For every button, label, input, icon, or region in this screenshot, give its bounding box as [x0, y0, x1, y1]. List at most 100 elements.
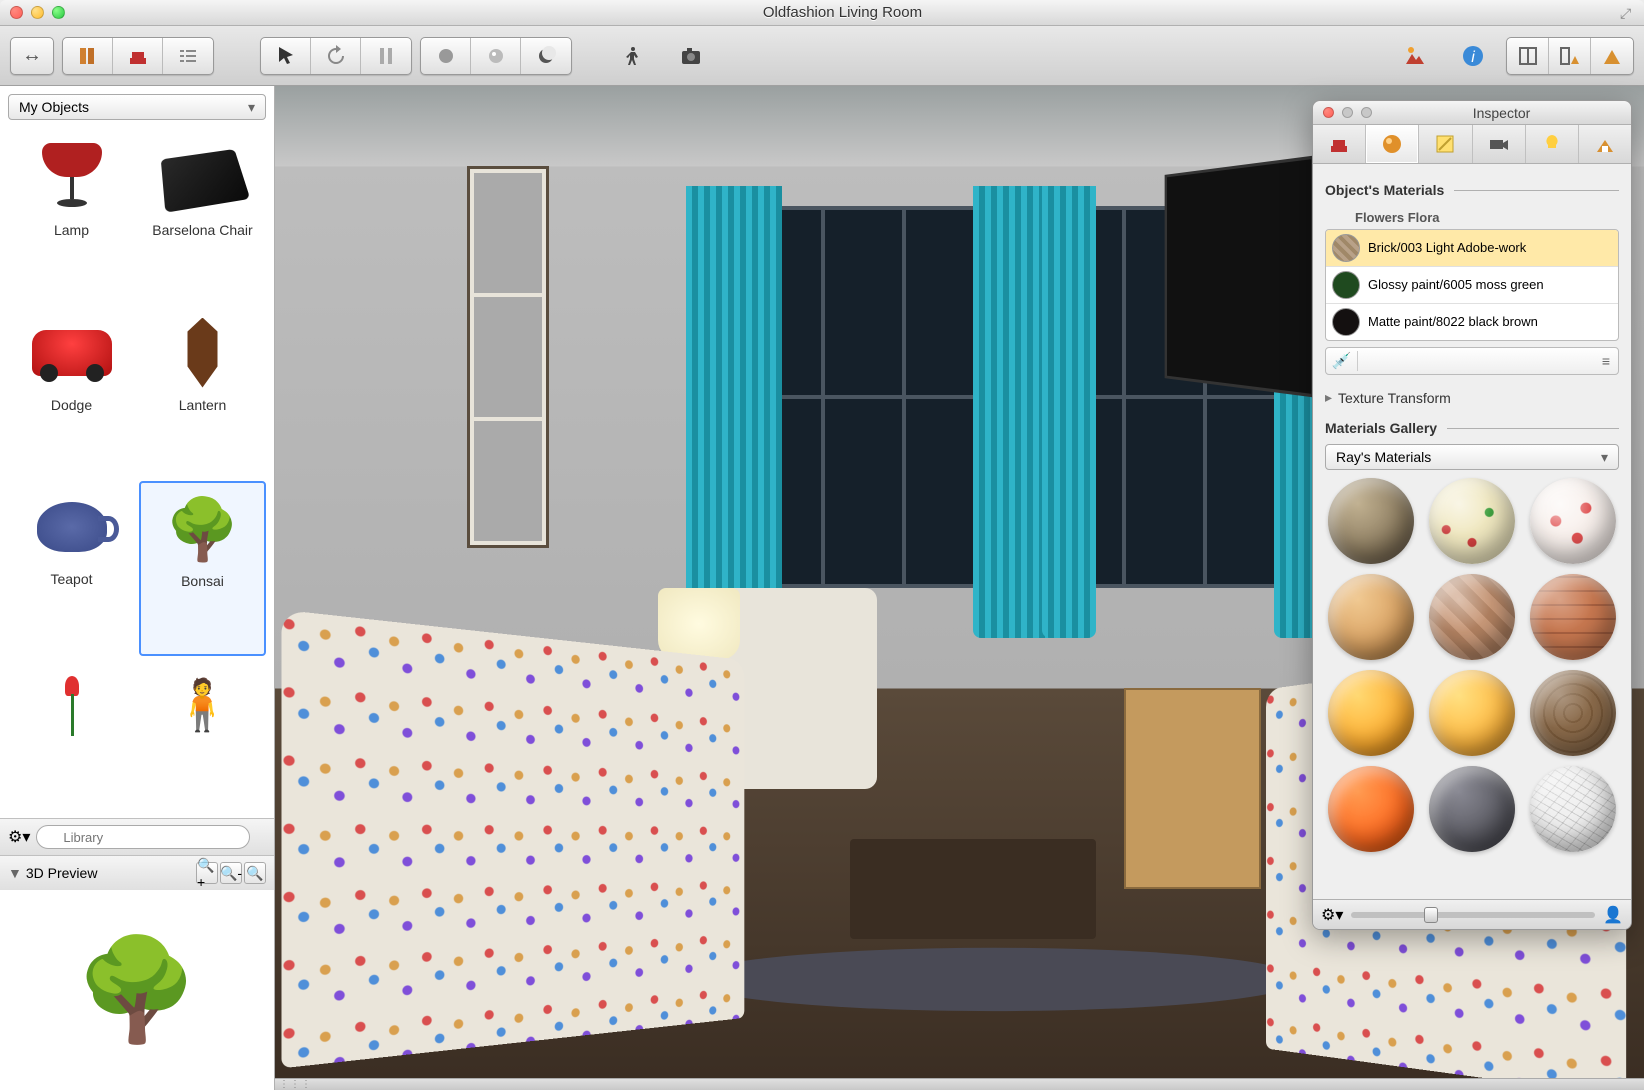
car-icon: [22, 313, 122, 393]
material-swatch[interactable]: [1429, 766, 1515, 852]
object-category-select[interactable]: My Objects: [8, 94, 266, 120]
object-item-lamp[interactable]: Lamp: [8, 132, 135, 303]
disclosure-icon[interactable]: ▼: [8, 865, 22, 881]
inspector-panel: Inspector Object's Materials Flowers Flo…: [1312, 100, 1632, 930]
tulip-icon: [22, 666, 122, 746]
inspector-close-button[interactable]: [1323, 107, 1334, 118]
zoom-reset-button[interactable]: 🔍: [244, 862, 266, 884]
measure-tool-button[interactable]: [361, 38, 411, 74]
material-label: Brick/003 Light Adobe-work: [1368, 240, 1526, 256]
inspector-minimize-button[interactable]: [1342, 107, 1353, 118]
texture-transform-disclosure[interactable]: Texture Transform: [1325, 389, 1619, 406]
thumbnail-size-slider[interactable]: [1351, 912, 1595, 918]
library-search-input[interactable]: [36, 825, 250, 849]
object-label: Dodge: [51, 397, 92, 413]
tab-lighting[interactable]: [1526, 125, 1579, 163]
material-swatch[interactable]: [1328, 766, 1414, 852]
object-label: Barselona Chair: [152, 222, 252, 238]
tab-dimensions[interactable]: [1419, 125, 1472, 163]
material-row[interactable]: Glossy paint/6005 moss green: [1326, 267, 1618, 304]
material-row[interactable]: Brick/003 Light Adobe-work: [1326, 230, 1618, 267]
sphere-button[interactable]: [471, 38, 521, 74]
inspector-zoom-button[interactable]: [1361, 107, 1372, 118]
inspector-footer: ⚙︎▾ 👤: [1313, 899, 1631, 929]
object-item-dodge[interactable]: Dodge: [8, 307, 135, 478]
picker-menu-icon[interactable]: ≡: [1594, 353, 1618, 369]
material-swatch[interactable]: [1328, 478, 1414, 564]
material-swatch-icon: [1332, 271, 1360, 299]
gallery-category-label: Ray's Materials: [1336, 449, 1431, 465]
preview-title: 3D Preview: [26, 865, 98, 881]
object-grid: Lamp Barselona Chair Dodge Lantern Teapo…: [0, 128, 274, 818]
material-swatch-icon: [1332, 308, 1360, 336]
library-mode-group: [62, 37, 214, 75]
window-controls: [0, 6, 65, 19]
inspector-titlebar[interactable]: Inspector: [1313, 101, 1631, 125]
zoom-in-button[interactable]: 🔍+: [196, 862, 218, 884]
material-swatch[interactable]: [1530, 478, 1616, 564]
object-item-teapot[interactable]: Teapot: [8, 481, 135, 656]
floorplan-view-button[interactable]: [1507, 38, 1549, 74]
lamp-icon: [22, 138, 122, 218]
info-button[interactable]: i: [1448, 38, 1498, 74]
materials-gallery-grid: [1325, 478, 1619, 852]
material-swatch[interactable]: [1429, 670, 1515, 756]
zoom-out-button[interactable]: 🔍-: [220, 862, 242, 884]
object-sidebar: My Objects Lamp Barselona Chair Dodge La…: [0, 86, 275, 1090]
back-button[interactable]: ↔: [11, 38, 53, 74]
tab-camera[interactable]: [1473, 125, 1526, 163]
material-swatch[interactable]: [1429, 478, 1515, 564]
inspector-tabs: [1313, 125, 1631, 164]
material-swatch[interactable]: [1328, 574, 1414, 660]
material-row[interactable]: Matte paint/8022 black brown: [1326, 304, 1618, 340]
material-swatch[interactable]: [1429, 574, 1515, 660]
bonsai-icon: 🌳: [153, 489, 253, 569]
object-item-lantern[interactable]: Lantern: [139, 307, 266, 478]
user-icon[interactable]: 👤: [1603, 905, 1623, 925]
select-tool-button[interactable]: [261, 38, 311, 74]
3d-view-button[interactable]: [1591, 38, 1633, 74]
search-wrap: [36, 825, 266, 849]
close-window-button[interactable]: [10, 6, 23, 19]
tab-building[interactable]: [1579, 125, 1631, 163]
split-view-button[interactable]: [1549, 38, 1591, 74]
tab-object[interactable]: [1313, 125, 1366, 163]
object-item-bonsai[interactable]: 🌳 Bonsai: [139, 481, 266, 656]
zoom-window-button[interactable]: [52, 6, 65, 19]
gallery-category-select[interactable]: Ray's Materials: [1325, 444, 1619, 470]
object-item-tulip[interactable]: [8, 660, 135, 815]
eclipse-button[interactable]: [521, 38, 571, 74]
warehouse-button[interactable]: [1390, 38, 1440, 74]
selected-object-name: Flowers Flora: [1325, 206, 1619, 229]
material-swatch[interactable]: [1530, 766, 1616, 852]
walkthrough-button[interactable]: [608, 38, 658, 74]
object-category-label: My Objects: [19, 99, 89, 115]
material-swatch[interactable]: [1530, 670, 1616, 756]
snapshot-button[interactable]: [666, 38, 716, 74]
minimize-window-button[interactable]: [31, 6, 44, 19]
material-swatch[interactable]: [1328, 670, 1414, 756]
object-label: Lamp: [54, 222, 89, 238]
viewport-splitter[interactable]: ⋮⋮⋮: [275, 1078, 1644, 1090]
gear-icon[interactable]: ⚙︎▾: [8, 827, 30, 847]
window-titlebar: Oldfashion Living Room ⤢: [0, 0, 1644, 26]
eyedropper-icon[interactable]: 💉: [1326, 351, 1358, 371]
tool-group: [260, 37, 412, 75]
fullscreen-icon[interactable]: ⤢: [1620, 5, 1636, 21]
rotate-tool-button[interactable]: [311, 38, 361, 74]
object-item-person[interactable]: 🧍: [139, 660, 266, 815]
list-view-button[interactable]: [163, 38, 213, 74]
preview-canvas[interactable]: 🌳: [0, 890, 274, 1090]
inspector-gear-icon[interactable]: ⚙︎▾: [1321, 905, 1343, 925]
view-group: [1506, 37, 1634, 75]
furniture-library-button[interactable]: [113, 38, 163, 74]
gallery-heading: Materials Gallery: [1325, 420, 1619, 436]
building-library-button[interactable]: [63, 38, 113, 74]
preview-zoom-controls: 🔍+ 🔍- 🔍: [196, 862, 266, 884]
material-swatch[interactable]: [1530, 574, 1616, 660]
materials-list: Brick/003 Light Adobe-work Glossy paint/…: [1325, 229, 1619, 341]
teapot-icon: [22, 487, 122, 567]
record-button[interactable]: [421, 38, 471, 74]
tab-materials[interactable]: [1366, 125, 1419, 163]
object-item-chair[interactable]: Barselona Chair: [139, 132, 266, 303]
